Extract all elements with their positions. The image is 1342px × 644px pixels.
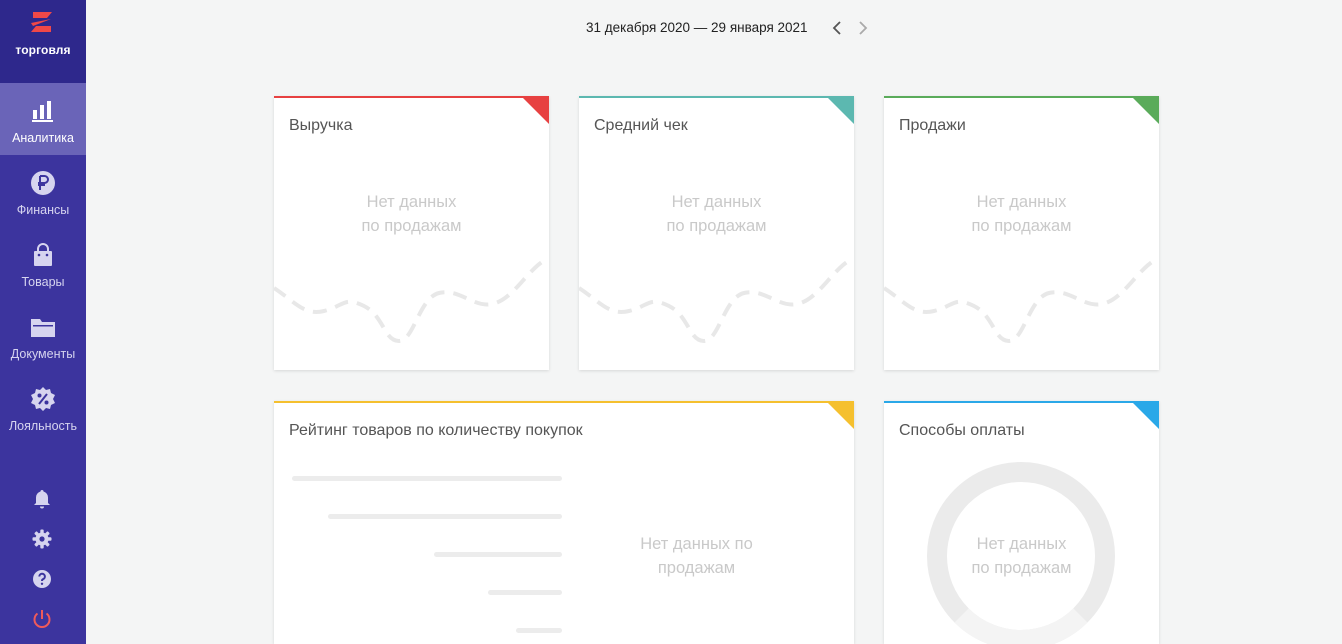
card-accent-line [274, 96, 549, 98]
period-text[interactable]: 31 декабря 2020 — 29 января 2021 [586, 20, 808, 35]
card-title: Продажи [899, 117, 966, 134]
card-title: Способы оплаты [899, 422, 1025, 439]
folder-icon [31, 319, 55, 337]
help-icon[interactable] [31, 568, 53, 590]
card-corner-flag [521, 96, 549, 124]
placeholder-line-chart [579, 256, 854, 344]
sidebar-item-goods[interactable]: Товары [0, 227, 86, 299]
card-title: Выручка [289, 117, 353, 134]
empty-state-text: Нет данных по продажам [361, 193, 462, 235]
shopping-bag-icon [34, 243, 52, 266]
payment-methods-card: Способы оплаты Нет данных по продажам [884, 401, 1159, 644]
sidebar-item-documents[interactable]: Документы [0, 299, 86, 371]
logo-text: торговля [15, 43, 71, 57]
sidebar-item-loyalty[interactable]: Лояльность [0, 371, 86, 443]
placeholder-bar-list [292, 476, 562, 633]
ruble-coin-icon [31, 171, 55, 195]
card-corner-flag [1131, 401, 1159, 429]
card-accent-line [579, 96, 854, 98]
card-accent-line [884, 96, 1159, 98]
card-corner-flag [1131, 96, 1159, 124]
sidebar-item-analytics[interactable]: Аналитика [0, 83, 86, 155]
placeholder-line-chart [884, 256, 1159, 344]
power-icon[interactable] [31, 608, 53, 630]
revenue-card: Выручка Нет данных по продажам [274, 96, 549, 370]
sidebar-item-finance[interactable]: Финансы [0, 155, 86, 227]
app-logo[interactable]: торговля [0, 0, 86, 83]
sidebar-item-label: Лояльность [8, 419, 78, 433]
gear-icon[interactable] [31, 528, 53, 550]
card-accent-line [274, 401, 854, 403]
percent-badge-icon [31, 387, 55, 411]
empty-state-text: Нет данных по продажам [971, 535, 1072, 577]
bell-icon[interactable] [31, 488, 53, 510]
product-rating-card: Рейтинг товаров по количеству покупок Не… [274, 401, 854, 644]
sidebar-item-label: Аналитика [12, 131, 74, 145]
chevron-right-icon[interactable] [853, 19, 871, 37]
sidebar: торговля Аналитика Финансы Товары Докуме… [0, 0, 86, 644]
empty-state-text: Нет данных по продажам [666, 193, 767, 235]
avg-check-card: Средний чек Нет данных по продажам [579, 96, 854, 370]
card-accent-line [884, 401, 1159, 403]
sidebar-item-label: Финансы [16, 203, 70, 217]
bar-chart-icon [32, 101, 53, 122]
sidebar-item-label: Документы [10, 347, 76, 361]
card-corner-flag [826, 401, 854, 429]
logo-icon [31, 12, 52, 32]
card-corner-flag [826, 96, 854, 124]
placeholder-line-chart [274, 256, 549, 344]
empty-state-text: Нет данных по продажам [640, 535, 753, 577]
sales-card: Продажи Нет данных по продажам [884, 96, 1159, 370]
card-title: Средний чек [594, 117, 688, 134]
sidebar-item-label: Товары [21, 275, 65, 289]
chevron-left-icon[interactable] [829, 19, 847, 37]
card-title: Рейтинг товаров по количеству покупок [289, 422, 583, 439]
empty-state-text: Нет данных по продажам [971, 193, 1072, 235]
